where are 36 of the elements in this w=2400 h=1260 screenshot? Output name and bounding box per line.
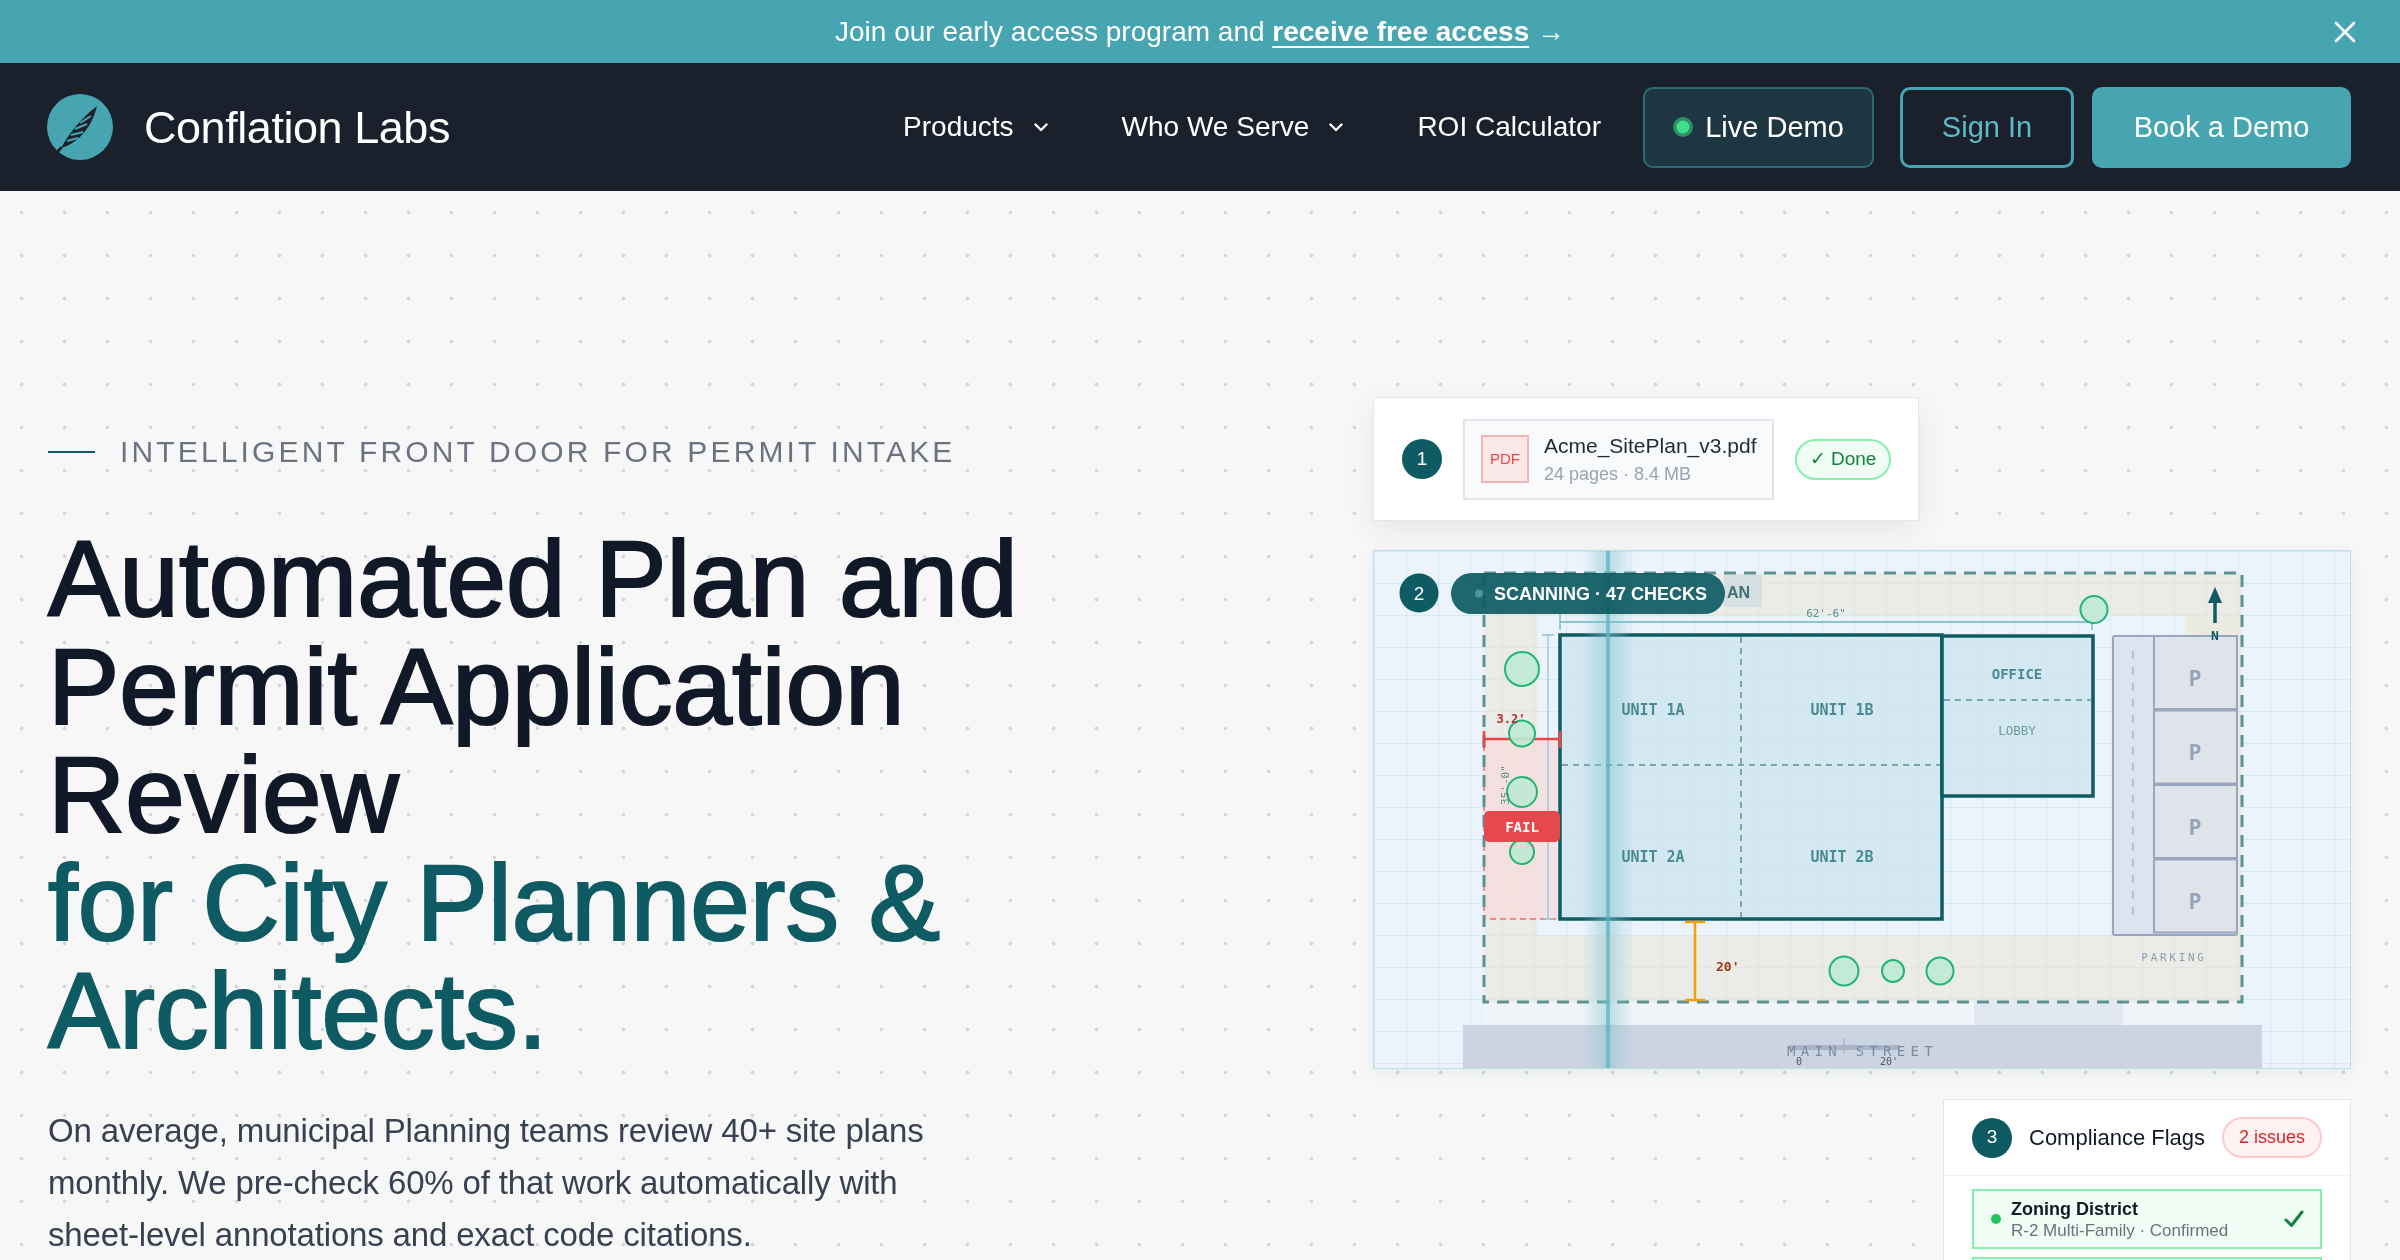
- step-number: 2: [1399, 573, 1439, 613]
- nav-button[interactable]: Sign In: [1900, 86, 2074, 168]
- step-number: 1: [1402, 439, 1442, 479]
- nav-link[interactable]: Products: [903, 113, 1048, 141]
- parking-label: PARKING: [2141, 950, 2207, 964]
- brand-name[interactable]: Conflation Labs: [144, 104, 450, 150]
- check-icon: [2284, 1210, 2304, 1228]
- status-dot-icon: [1991, 1214, 2001, 1224]
- file-meta: 24 pages · 8.4 MB: [1544, 463, 1693, 485]
- parking-stall-label: P: [2188, 741, 2202, 765]
- hero-title-accent: for City Planners & Architects.: [48, 849, 941, 1065]
- north-label: N: [2211, 627, 2219, 643]
- logo-icon: [47, 94, 113, 160]
- eyebrow-text: INTELLIGENT FRONT DOOR FOR PERMIT INTAKE: [120, 434, 956, 470]
- announcement-text: Join our early access program and receive free access →: [835, 14, 1565, 49]
- close-icon: [2334, 21, 2356, 43]
- hero-description: On average, municipal Planning teams review 40+ site plans monthly. We pre-check 60% of that work automatically with sheet-level annotations and exact code citations.: [48, 1111, 925, 1255]
- file-type-label: PDF: [1481, 435, 1529, 483]
- flag-title: Zoning District: [2011, 1197, 2139, 1220]
- step-number: 3: [1972, 1117, 2012, 1158]
- compliance-item[interactable]: Zoning District R-2 Multi-Family · Confirmed: [1972, 1189, 2322, 1249]
- flag-detail: R-2 Multi-Family · Confirmed: [2011, 1219, 2229, 1241]
- close-button[interactable]: [2333, 20, 2357, 44]
- status-badge: ✓ Done: [1795, 438, 1891, 480]
- parking-stall-label: P: [2188, 890, 2202, 914]
- parking-stall-label: P: [2188, 667, 2202, 691]
- file-name: Acme_SitePlan_v3.pdf: [1544, 433, 1757, 459]
- nav-link[interactable]: Who We Serve: [1121, 113, 1344, 141]
- live-dot-icon: [1673, 117, 1694, 137]
- card-title: Compliance Flags: [2029, 1126, 2206, 1149]
- status-dot-icon: [1475, 589, 1483, 598]
- nav-button[interactable]: Live Demo: [1643, 86, 1874, 168]
- parking-stall-label: P: [2188, 816, 2202, 840]
- hero-title: Automated Plan and Permit Application Review: [48, 525, 1019, 849]
- issue-count-badge: 2 issues: [2221, 1117, 2322, 1158]
- nav-link[interactable]: ROI Calculator: [1417, 113, 1601, 141]
